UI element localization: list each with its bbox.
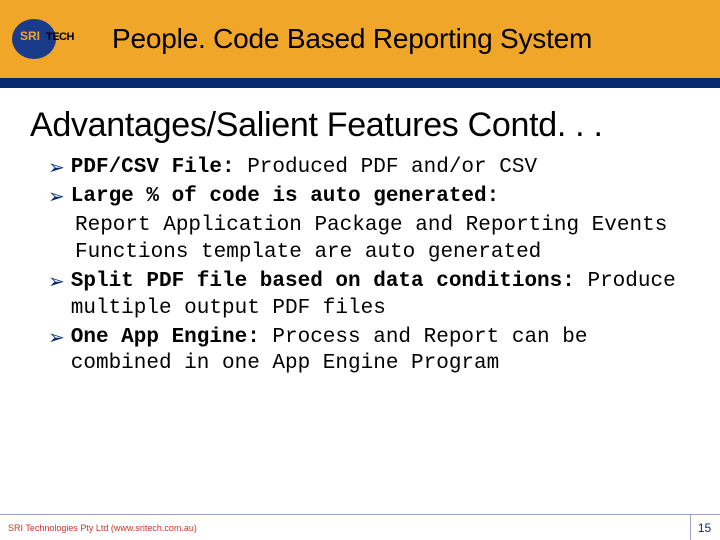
chevron-right-icon: ➢ (48, 184, 65, 211)
chevron-right-icon: ➢ (48, 325, 65, 352)
slide: SRI TECH People. Code Based Reporting Sy… (0, 0, 720, 540)
bullet-rest: Produced PDF and/or CSV (235, 156, 537, 179)
bullet-lead: One App Engine: (71, 326, 260, 349)
slide-title: People. Code Based Reporting System (112, 23, 592, 55)
bullet-item: ➢ One App Engine: Process and Report can… (48, 325, 682, 379)
bullet-lead: Split PDF file based on data conditions: (71, 270, 575, 293)
chevron-right-icon: ➢ (48, 269, 65, 296)
bullet-text: Split PDF file based on data conditions:… (71, 269, 682, 323)
bullet-text: Large % of code is auto generated: (71, 184, 682, 211)
bullet-item: ➢ PDF/CSV File: Produced PDF and/or CSV (48, 155, 682, 182)
bullet-text: PDF/CSV File: Produced PDF and/or CSV (71, 155, 682, 182)
logo: SRI TECH (12, 17, 82, 61)
section-heading: Advantages/Salient Features Contd. . . (0, 88, 720, 151)
bullet-item: ➢ Large % of code is auto generated: (48, 184, 682, 211)
footer-text: SRI Technologies Pty Ltd (www.sritech.co… (8, 523, 197, 533)
blue-strip (0, 78, 720, 88)
bullet-item: ➢ Split PDF file based on data condition… (48, 269, 682, 323)
page-number: 15 (690, 515, 712, 540)
sub-text: Report Application Package and Reporting… (48, 213, 682, 267)
bullet-lead: Large % of code is auto generated: (71, 185, 499, 208)
logo-tech-text: TECH (46, 31, 74, 43)
content-area: ➢ PDF/CSV File: Produced PDF and/or CSV … (0, 151, 720, 378)
title-bar: SRI TECH People. Code Based Reporting Sy… (0, 0, 720, 78)
footer: SRI Technologies Pty Ltd (www.sritech.co… (0, 514, 720, 540)
bullet-text: One App Engine: Process and Report can b… (71, 325, 682, 379)
chevron-right-icon: ➢ (48, 155, 65, 182)
logo-sri-text: SRI (20, 29, 40, 43)
bullet-lead: PDF/CSV File: (71, 156, 235, 179)
